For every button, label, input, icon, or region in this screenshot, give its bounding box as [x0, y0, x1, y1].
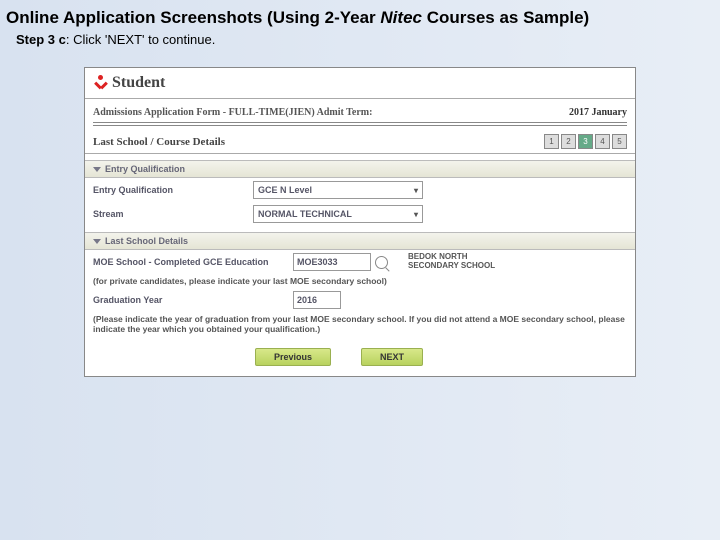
section-title: Last School / Course Details	[93, 136, 225, 148]
entry-qual-value: GCE N Level	[258, 185, 312, 195]
entry-qual-select[interactable]: GCE N Level ▾	[253, 181, 423, 199]
collapse-icon	[93, 167, 101, 172]
stream-value: NORMAL TECHNICAL	[258, 209, 352, 219]
graduation-year-input[interactable]: 2016	[293, 291, 341, 309]
band-last-school[interactable]: Last School Details	[85, 232, 635, 250]
title-post: Courses as Sample)	[422, 8, 589, 27]
grad-value: 2016	[297, 295, 317, 305]
app-logo: Student	[85, 68, 635, 96]
divider	[85, 98, 635, 99]
section-row: Last School / Course Details 1 2 3 4 5	[85, 132, 635, 151]
title-italic: Nitec	[380, 8, 422, 27]
stream-label: Stream	[93, 209, 253, 219]
form-header: Admissions Application Form - FULL-TIME(…	[85, 105, 635, 120]
field-graduation-year: Graduation Year 2016	[85, 288, 635, 312]
step-1[interactable]: 1	[544, 134, 559, 149]
field-stream: Stream NORMAL TECHNICAL ▾	[85, 202, 635, 226]
field-moe-school: MOE School - Completed GCE Education MOE…	[85, 250, 635, 274]
step-4[interactable]: 4	[595, 134, 610, 149]
admit-term: 2017 January	[569, 107, 627, 118]
step-desc: : Click 'NEXT' to continue.	[66, 32, 215, 47]
stream-select[interactable]: NORMAL TECHNICAL ▾	[253, 205, 423, 223]
slide-title: Online Application Screenshots (Using 2-…	[0, 0, 720, 30]
step-instruction: Step 3 c: Click 'NEXT' to continue.	[0, 30, 720, 55]
moe-value: MOE3033	[297, 257, 338, 267]
logo-text: Student	[112, 74, 165, 92]
band-label: Entry Qualification	[105, 164, 185, 174]
divider	[93, 122, 627, 126]
step-2[interactable]: 2	[561, 134, 576, 149]
band-entry-qualification[interactable]: Entry Qualification	[85, 160, 635, 178]
step-label: Step 3 c	[16, 32, 66, 47]
collapse-icon	[93, 239, 101, 244]
chevron-down-icon: ▾	[414, 210, 418, 219]
step-5[interactable]: 5	[612, 134, 627, 149]
moe-label: MOE School - Completed GCE Education	[93, 257, 293, 267]
next-button[interactable]: NEXT	[361, 348, 423, 366]
search-icon[interactable]	[375, 256, 388, 269]
previous-button[interactable]: Previous	[255, 348, 331, 366]
form-header-title: Admissions Application Form - FULL-TIME(…	[93, 107, 563, 118]
logo-icon	[93, 75, 109, 91]
moe-school-input[interactable]: MOE3033	[293, 253, 371, 271]
note-private-candidates: (for private candidates, please indicate…	[85, 274, 635, 288]
note-graduation: (Please indicate the year of graduation …	[85, 312, 635, 336]
title-pre: Online Application Screenshots (Using 2-…	[6, 8, 380, 27]
field-entry-qualification: Entry Qualification GCE N Level ▾	[85, 178, 635, 202]
app-screenshot: Student Admissions Application Form - FU…	[84, 67, 636, 377]
entry-qual-label: Entry Qualification	[93, 185, 253, 195]
progress-stepper: 1 2 3 4 5	[544, 134, 627, 149]
chevron-down-icon: ▾	[414, 186, 418, 195]
step-3[interactable]: 3	[578, 134, 593, 149]
grad-label: Graduation Year	[93, 295, 293, 305]
band-label: Last School Details	[105, 236, 188, 246]
school-name: BEDOK NORTH SECONDARY SCHOOL	[408, 253, 518, 271]
divider	[85, 153, 635, 154]
button-row: Previous NEXT	[85, 336, 635, 376]
